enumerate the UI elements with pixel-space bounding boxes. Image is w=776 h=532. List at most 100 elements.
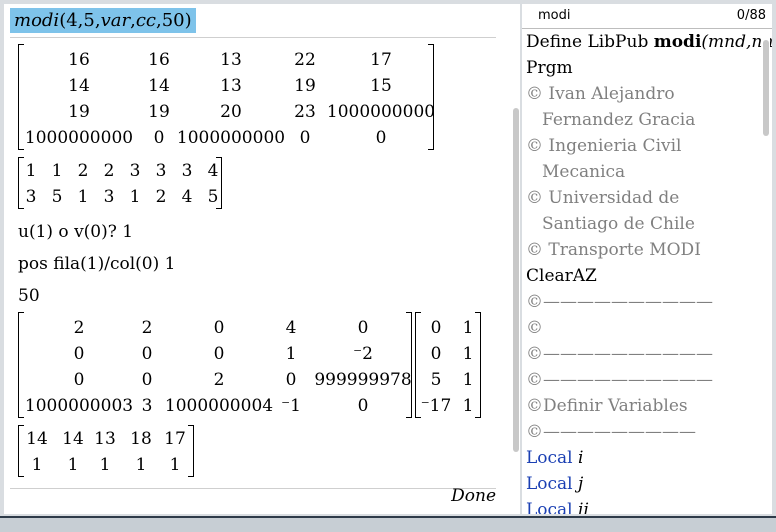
matrix-cell: 2 (155, 187, 167, 207)
matrix-cell: 4 (285, 318, 297, 338)
matrix-cell: 14 (68, 76, 90, 96)
matrix-cell: 1 (67, 455, 79, 475)
code-line[interactable]: ©—————————— (526, 292, 713, 312)
matrix-cell: 2 (73, 318, 85, 338)
matrix-cell: 13 (94, 429, 116, 449)
status-bar (0, 516, 776, 532)
code-line[interactable]: ©Definir Variables (526, 396, 688, 416)
code-line[interactable]: Local j (526, 474, 583, 494)
line-counter: 0/88 (736, 8, 766, 23)
matrix-cell: 4 (207, 161, 219, 181)
matrix-cell: ⁻17 (420, 396, 452, 416)
code-line[interactable]: © (526, 318, 543, 338)
matrix-cell: 14 (26, 429, 48, 449)
matrix-cell: ⁻2 (353, 344, 373, 364)
code-line[interactable]: Define LibPub modi(mnd,nn (526, 32, 772, 52)
matrix-cell: 13 (220, 76, 242, 96)
matrix-cell: 0 (213, 318, 225, 338)
output-u-line: u(1) o v(0)? 1 (18, 222, 134, 242)
editor-header: modi 0/88 (522, 4, 772, 29)
code-line[interactable]: Local i (526, 448, 583, 468)
program-name: modi (538, 8, 571, 23)
matrix-cell: 13 (220, 50, 242, 70)
matrix-cell: 14 (148, 76, 170, 96)
matrix-cell: 1000000004 (164, 396, 274, 416)
matrix-cell: 0 (141, 344, 153, 364)
matrix-cell: 3 (181, 161, 193, 181)
program-editor[interactable]: modi 0/88 Define LibPub modi(mnd,nn Prgm ©… (522, 4, 772, 514)
matrix-cell: 19 (68, 102, 90, 122)
matrix-cell: 1000000000 (176, 128, 286, 148)
matrix-cell: 16 (148, 50, 170, 70)
matrix-cell: 0 (141, 370, 153, 390)
matrix-cell: 1 (462, 370, 474, 390)
matrix-cell: 14 (62, 429, 84, 449)
entry-divider (10, 37, 496, 38)
matrix-cell: 22 (294, 50, 316, 70)
matrix-cell: 2 (141, 318, 153, 338)
matrix-cell: 17 (164, 429, 186, 449)
matrix-cell: 0 (73, 344, 85, 364)
matrix-cell: 1 (129, 187, 141, 207)
matrix-cell: 3 (141, 396, 153, 416)
matrix-cell: 20 (220, 102, 242, 122)
code-line[interactable]: © Transporte MODI (526, 240, 701, 260)
matrix-cell: 0 (285, 370, 297, 390)
matrix-cell: 15 (370, 76, 392, 96)
matrix-cell: 16 (68, 50, 90, 70)
result-matrix-4: 0 1 0 1 5 1 ⁻17 1 (415, 312, 481, 418)
code-line[interactable]: Fernandez Gracia (526, 110, 695, 130)
status-bar-border (0, 516, 776, 518)
history-scroll-thumb[interactable] (513, 108, 519, 452)
matrix-cell: 5 (430, 370, 442, 390)
command-entry[interactable]: modi(4,5,var,cc,50) (10, 8, 196, 33)
matrix-cell: 2 (77, 161, 89, 181)
calculator-history[interactable]: modi(4,5,var,cc,50) 16 16 13 22 17 14 14 13 19 15… (4, 4, 520, 514)
done-label: Done (451, 486, 496, 506)
matrix-cell: 1000000003 (24, 396, 134, 416)
code-line[interactable]: © Universidad de (526, 188, 679, 208)
command-args: 4,5, (66, 10, 101, 31)
matrix-cell: 1000000000 (24, 128, 134, 148)
code-line[interactable]: Mecanica (526, 162, 625, 182)
output-50-line: 50 (18, 286, 40, 306)
code-line[interactable]: © Ivan Alejandro (526, 84, 675, 104)
matrix-cell: 1 (25, 161, 37, 181)
matrix-cell: 5 (207, 187, 219, 207)
result-matrix-2: 1122333435131245 (18, 157, 222, 209)
code-line[interactable]: Santiago de Chile (526, 214, 695, 234)
code-line[interactable]: ClearAZ (526, 266, 597, 286)
matrix-cell: 0 (357, 318, 369, 338)
matrix-cell: 3 (25, 187, 37, 207)
code-line[interactable]: ©—————————— (526, 344, 713, 364)
matrix-cell: 0 (357, 396, 369, 416)
matrix-cell: 0 (73, 370, 85, 390)
matrix-cell: 1 (169, 455, 181, 475)
code-line[interactable]: © Ingenieria Civil (526, 136, 681, 156)
matrix-cell: 0 (375, 128, 387, 148)
matrix-cell: 3 (129, 161, 141, 181)
matrix-cell: 19 (294, 76, 316, 96)
matrix-cell: 1 (51, 161, 63, 181)
matrix-cell: 0 (299, 128, 311, 148)
result-matrix-3: 2 2 0 4 0 0 0 0 1 ⁻2 0 0 2 0 999999978 1000000003 3 10000… (18, 312, 412, 418)
code-line[interactable]: Prgm (526, 58, 573, 78)
matrix-cell: 5 (51, 187, 63, 207)
history-scrollbar[interactable] (512, 4, 520, 514)
editor-scroll-thumb[interactable] (763, 40, 769, 136)
matrix-cell: 0 (430, 318, 442, 338)
matrix-cell: 1 (99, 455, 111, 475)
matrix-cell: 1 (285, 344, 297, 364)
output-pos-line: pos fila(1)/col(0) 1 (18, 254, 176, 274)
command-var: var (100, 10, 131, 31)
matrix-cell: 18 (130, 429, 152, 449)
code-line[interactable]: ©————————— (526, 422, 696, 442)
matrix-cell: 0 (430, 344, 442, 364)
matrix-cell: 19 (148, 102, 170, 122)
matrix-cell: 1 (135, 455, 147, 475)
editor-scrollbar[interactable] (762, 30, 770, 514)
matrix-cell: 2 (103, 161, 115, 181)
code-line[interactable]: ©—————————— (526, 370, 713, 390)
code-line[interactable]: Local ii (526, 500, 589, 514)
result-matrix-5: 14 14 13 18 17 1 1 1 1 1 (18, 425, 194, 477)
